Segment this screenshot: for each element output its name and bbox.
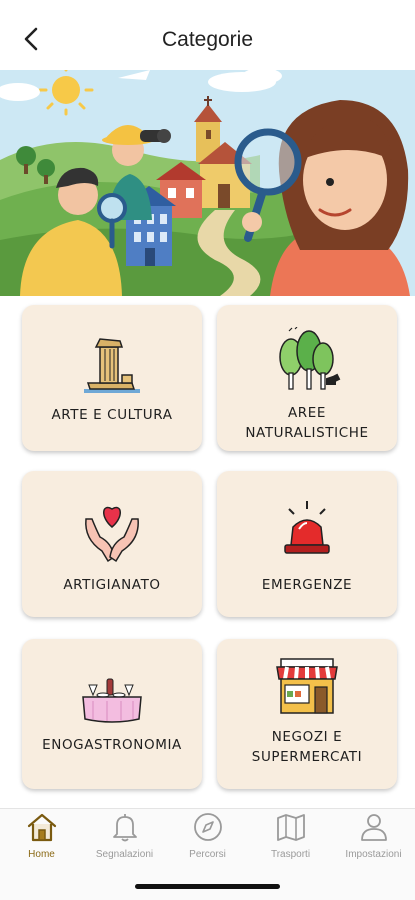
category-label: NEGOZI E SUPERMERCATI [251, 729, 363, 765]
tab-impostazioni[interactable]: Impostazioni [332, 809, 415, 871]
page-title: Categorie [161, 28, 254, 51]
home-icon [27, 813, 57, 842]
trees-icon [279, 327, 341, 390]
category-card-artigianato[interactable]: ARTIGIANATO [22, 471, 202, 617]
compass-icon [194, 813, 222, 841]
app-header: Categorie [0, 0, 415, 70]
category-label: ARTIGIANATO [63, 577, 161, 593]
category-label: AREE NATURALISTICHE [245, 405, 369, 441]
dinner-table-icon [82, 678, 142, 723]
category-card-aree-naturalistiche[interactable]: AREE NATURALISTICHE [217, 305, 397, 451]
tab-segnalazioni[interactable]: Segnalazioni [83, 809, 166, 871]
shop-icon [276, 658, 338, 714]
tab-label: Impostazioni [345, 849, 402, 860]
bell-icon [113, 814, 137, 842]
hero-illustration [0, 70, 415, 296]
tab-trasporti[interactable]: Trasporti [249, 809, 332, 871]
user-icon [361, 814, 387, 841]
tab-label: Home [28, 849, 55, 860]
category-card-negozi-supermercati[interactable]: NEGOZI E SUPERMERCATI [217, 639, 397, 789]
category-card-enogastronomia[interactable]: ENOGASTRONOMIA [22, 639, 202, 789]
category-label: ARTE E CULTURA [51, 407, 173, 423]
home-indicator [135, 884, 280, 889]
tab-home[interactable]: Home [0, 809, 83, 871]
hands-heart-icon [85, 506, 139, 563]
category-card-arte-cultura[interactable]: ARTE E CULTURA [22, 305, 202, 451]
map-icon [277, 814, 305, 841]
category-card-emergenze[interactable]: EMERGENZE [217, 471, 397, 617]
column-ruin-icon [84, 338, 140, 393]
siren-icon [284, 501, 330, 554]
category-label: ENOGASTRONOMIA [42, 737, 182, 753]
tab-label: Segnalazioni [95, 849, 154, 860]
tab-percorsi[interactable]: Percorsi [166, 809, 249, 871]
category-grid: ARTE E CULTURA AREE NATURALISTICHE ARTIG… [0, 296, 415, 808]
tab-label: Trasporti [270, 849, 311, 860]
category-label: EMERGENZE [261, 577, 353, 593]
tab-label: Percorsi [189, 849, 226, 860]
